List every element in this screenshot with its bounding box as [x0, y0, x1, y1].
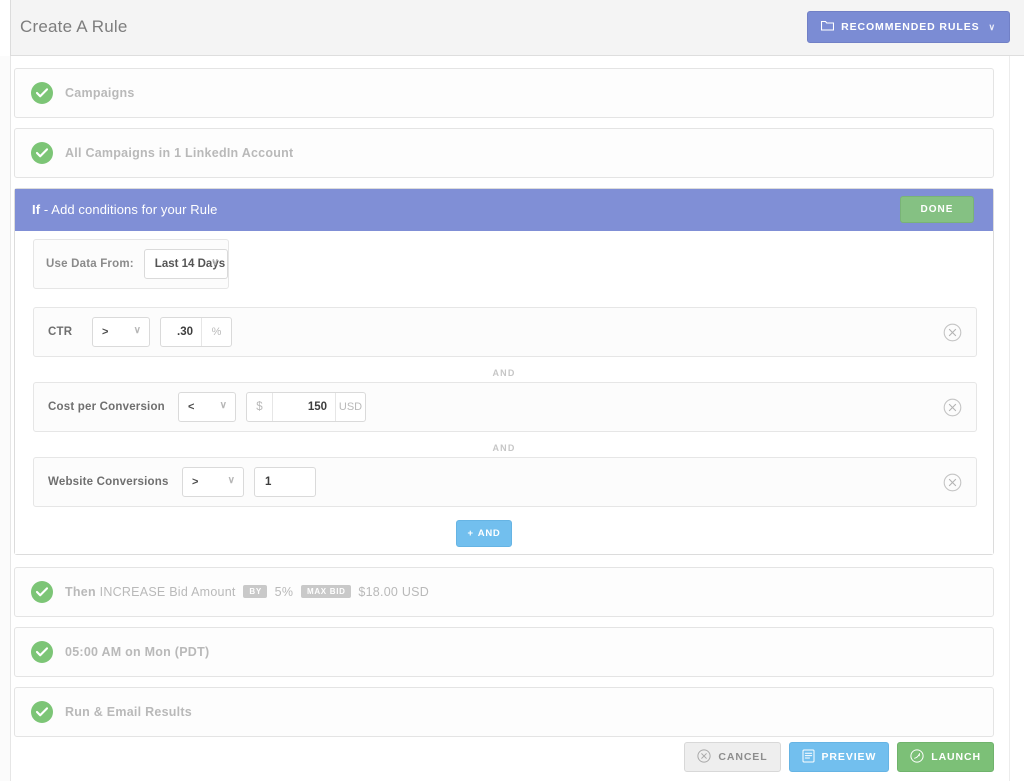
section-campaigns[interactable]: Campaigns — [14, 68, 994, 118]
chevron-down-icon: ∨ — [133, 325, 141, 336]
condition-value-field-cpc[interactable]: $ 150 USD — [246, 392, 366, 422]
launch-label: LAUNCH — [931, 751, 981, 763]
condition-value-field-wc[interactable]: 1 — [254, 467, 316, 497]
recommended-rules-label: RECOMMENDED RULES — [841, 21, 980, 33]
then-action-label: Then INCREASE Bid Amount BY 5% MAX BID $… — [65, 585, 429, 599]
folder-icon — [821, 20, 835, 34]
currency-prefix: $ — [247, 393, 273, 421]
remove-condition-button-cpc[interactable] — [943, 398, 962, 417]
section-schedule-label: 05:00 AM on Mon (PDT) — [65, 645, 210, 659]
page-title: Create A Rule — [20, 17, 128, 36]
preview-button[interactable]: PREVIEW — [788, 742, 890, 772]
footer-actions: CANCEL PREVIEW LAUNCH — [14, 740, 994, 774]
document-icon — [802, 749, 815, 766]
plus-icon: + — [467, 528, 474, 539]
section-then-action[interactable]: Then INCREASE Bid Amount BY 5% MAX BID $… — [14, 567, 994, 617]
chevron-down-icon: ∨ — [227, 475, 235, 486]
if-panel-body: Use Data From: Last 14 Days ∨ CTR > ∨ .3… — [15, 231, 993, 554]
app-header: Create A Rule RECOMMENDED RULES ∨ — [0, 0, 1024, 56]
chevron-down-icon: ∨ — [219, 400, 227, 411]
condition-operator-value: < — [188, 401, 195, 413]
chevron-down-icon: ∨ — [988, 21, 996, 32]
cancel-label: CANCEL — [718, 751, 768, 763]
add-and-label: AND — [477, 528, 501, 539]
condition-value: .30 — [177, 326, 193, 338]
condition-value-field-ctr[interactable]: .30 % — [160, 317, 232, 347]
section-results[interactable]: Run & Email Results — [14, 687, 994, 737]
condition-metric-label: CTR — [48, 326, 73, 338]
cancel-button[interactable]: CANCEL — [684, 742, 781, 772]
if-panel-title-rest: - Add conditions for your Rule — [40, 202, 218, 217]
then-amount-percent: 5% — [274, 585, 294, 599]
rule-builder-page: Campaigns All Campaigns in 1 LinkedIn Ac… — [0, 56, 1024, 781]
condition-metric-label: Cost per Conversion — [48, 401, 165, 413]
condition-row-website-conversions: Website Conversions > ∨ 1 — [33, 457, 977, 507]
recommended-rules-button[interactable]: RECOMMENDED RULES ∨ — [807, 11, 1010, 43]
if-conditions-panel: If - Add conditions for your Rule DONE U… — [14, 188, 994, 555]
date-range-select[interactable]: Last 14 Days ∨ — [143, 249, 228, 279]
section-account[interactable]: All Campaigns in 1 LinkedIn Account — [14, 128, 994, 178]
condition-metric-label: Website Conversions — [48, 476, 169, 488]
chevron-down-icon: ∨ — [211, 257, 219, 268]
add-and-condition-button[interactable]: + AND — [456, 520, 512, 547]
condition-operator-value: > — [192, 476, 199, 488]
preview-label: PREVIEW — [821, 751, 877, 763]
condition-value: 1 — [265, 476, 272, 488]
use-data-from-label: Use Data From: — [46, 258, 134, 270]
badge-max-bid: MAX BID — [300, 585, 351, 598]
section-campaigns-label: Campaigns — [65, 86, 135, 100]
remove-condition-button-wc[interactable] — [943, 473, 962, 492]
section-schedule[interactable]: 05:00 AM on Mon (PDT) — [14, 627, 994, 677]
condition-operator-select-wc[interactable]: > ∨ — [182, 467, 244, 497]
section-account-label: All Campaigns in 1 LinkedIn Account — [65, 146, 294, 160]
condition-value: 150 — [307, 401, 327, 413]
check-icon — [31, 82, 53, 104]
then-lead: Then — [65, 585, 96, 599]
and-separator-2: AND — [492, 443, 516, 453]
done-button[interactable]: DONE — [900, 196, 974, 223]
circle-x-icon — [697, 748, 711, 766]
check-icon — [31, 641, 53, 663]
remove-condition-button-ctr[interactable] — [943, 323, 962, 342]
rocket-circle-icon — [910, 748, 924, 766]
if-panel-header: If - Add conditions for your Rule DONE — [15, 189, 993, 231]
then-action-text: INCREASE Bid Amount — [99, 585, 236, 599]
if-panel-title-prefix: If — [32, 202, 41, 217]
badge-by: BY — [243, 585, 267, 598]
check-icon — [31, 142, 53, 164]
and-separator-1: AND — [492, 368, 516, 378]
condition-operator-select-cpc[interactable]: < ∨ — [178, 392, 236, 422]
condition-row-cost-per-conversion: Cost per Conversion < ∨ $ 150 USD — [33, 382, 977, 432]
then-max-bid-value: $18.00 USD — [358, 585, 429, 599]
check-icon — [31, 701, 53, 723]
use-data-from-group: Use Data From: Last 14 Days ∨ — [33, 239, 229, 289]
condition-unit-suffix: USD — [335, 393, 365, 421]
check-icon — [31, 581, 53, 603]
condition-operator-value: > — [102, 326, 109, 338]
condition-operator-select-ctr[interactable]: > ∨ — [92, 317, 150, 347]
launch-button[interactable]: LAUNCH — [897, 742, 994, 772]
condition-unit-suffix: % — [201, 318, 231, 346]
condition-row-ctr: CTR > ∨ .30 % — [33, 307, 977, 357]
section-results-label: Run & Email Results — [65, 705, 192, 719]
if-panel-title: If - Add conditions for your Rule — [32, 202, 217, 217]
